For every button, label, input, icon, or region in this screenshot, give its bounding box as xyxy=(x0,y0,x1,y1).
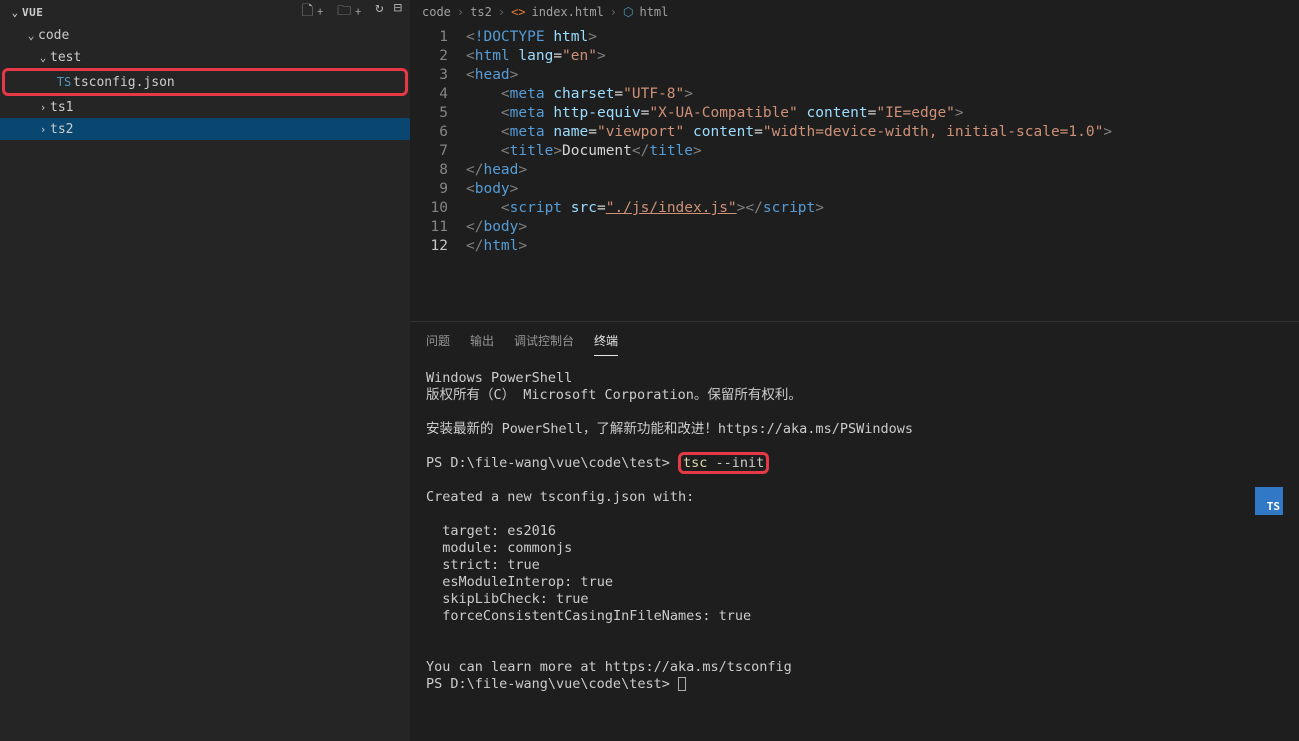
folder-label: ts1 xyxy=(50,100,73,115)
breadcrumb-separator: › xyxy=(610,5,617,19)
terminal-line: target: es2016 xyxy=(426,523,1283,540)
terminal-line: 版权所有（C） Microsoft Corporation。保留所有权利。 xyxy=(426,387,1283,404)
file-tree: ⌄ code ⌄ test TS tsconfig.json › ts1 › t… xyxy=(0,24,410,140)
breadcrumb-segment[interactable]: index.html xyxy=(532,5,604,19)
terminal-line: PS D:\file-wang\vue\code\test> xyxy=(426,676,1283,693)
terminal-line: forceConsistentCasingInFileNames: true xyxy=(426,608,1283,625)
tab-output[interactable]: 输出 xyxy=(470,328,494,356)
chevron-down-icon: ⌄ xyxy=(8,6,22,19)
symbol-icon: ⬡ xyxy=(623,5,633,19)
file-label: tsconfig.json xyxy=(73,75,175,90)
code-editor[interactable]: 1 2 3 4 5 6 7 8 9 10 11 12 <!DOCTYPE htm… xyxy=(410,24,1299,256)
terminal-line: skipLibCheck: true xyxy=(426,591,1283,608)
tab-debug-console[interactable]: 调试控制台 xyxy=(514,328,574,356)
breadcrumb-segment[interactable]: html xyxy=(639,5,668,19)
terminal-line: 安装最新的 PowerShell，了解新功能和改进！https://aka.ms… xyxy=(426,421,1283,438)
tab-terminal[interactable]: 终端 xyxy=(594,328,618,356)
editor-area: code › ts2 › <> index.html › ⬡ html 1 2 … xyxy=(410,0,1299,741)
folder-label: test xyxy=(50,50,81,65)
line-number: 11 xyxy=(410,218,448,237)
folder-code[interactable]: ⌄ code xyxy=(0,24,410,46)
bottom-panel: 问题 输出 调试控制台 终端 Windows PowerShell版权所有（C）… xyxy=(410,321,1299,741)
new-folder-icon[interactable]: 🗀﹢ xyxy=(337,0,365,24)
terminal-line: You can learn more at https://aka.ms/tsc… xyxy=(426,659,1283,676)
folder-test[interactable]: ⌄ test xyxy=(0,46,410,68)
folder-label: ts2 xyxy=(50,122,73,137)
line-number: 6 xyxy=(410,123,448,142)
chevron-down-icon: ⌄ xyxy=(24,29,38,42)
terminal-line: Windows PowerShell xyxy=(426,370,1283,387)
code-content[interactable]: <!DOCTYPE html><html lang="en"><head> <m… xyxy=(466,28,1299,256)
breadcrumb-segment[interactable]: code xyxy=(422,5,451,19)
terminal-line: strict: true xyxy=(426,557,1283,574)
line-number: 7 xyxy=(410,142,448,161)
tab-problems[interactable]: 问题 xyxy=(426,328,450,356)
new-file-icon[interactable]: 🗋﹢ xyxy=(302,0,327,24)
line-number: 1 xyxy=(410,28,448,47)
terminal-line: esModuleInterop: true xyxy=(426,574,1283,591)
ts-file-icon: TS xyxy=(55,75,73,89)
collapse-all-icon[interactable]: ⊟ xyxy=(394,0,402,24)
panel-tabs: 问题 输出 调试控制台 终端 xyxy=(410,322,1299,356)
terminal-line: PS D:\file-wang\vue\code\test> tsc --ini… xyxy=(426,455,1283,472)
annotation-highlight: tsc --init xyxy=(678,452,769,474)
folder-label: code xyxy=(38,28,69,43)
refresh-icon[interactable]: ↻ xyxy=(375,0,383,24)
line-number: 4 xyxy=(410,85,448,104)
line-number: 2 xyxy=(410,47,448,66)
html-file-icon: <> xyxy=(511,5,525,19)
sidebar-actions: 🗋﹢ 🗀﹢ ↻ ⊟ xyxy=(302,0,402,24)
workspace-title[interactable]: ⌄ VUE xyxy=(8,6,302,19)
line-number: 5 xyxy=(410,104,448,123)
file-tsconfig[interactable]: TS tsconfig.json xyxy=(5,71,405,93)
line-number: 3 xyxy=(410,66,448,85)
folder-ts1[interactable]: › ts1 xyxy=(0,96,410,118)
terminal-line: Created a new tsconfig.json with: xyxy=(426,489,1283,506)
file-explorer-sidebar: ⌄ VUE 🗋﹢ 🗀﹢ ↻ ⊟ ⌄ code ⌄ test TS tsconfi… xyxy=(0,0,410,741)
line-number: 8 xyxy=(410,161,448,180)
breadcrumb-separator: › xyxy=(498,5,505,19)
terminal-line: module: commonjs xyxy=(426,540,1283,557)
line-gutter: 1 2 3 4 5 6 7 8 9 10 11 12 xyxy=(410,28,466,256)
terminal-content[interactable]: Windows PowerShell版权所有（C） Microsoft Corp… xyxy=(410,356,1299,707)
line-number: 9 xyxy=(410,180,448,199)
folder-ts2[interactable]: › ts2 xyxy=(0,118,410,140)
breadcrumb-segment[interactable]: ts2 xyxy=(470,5,492,19)
annotation-highlight: TS tsconfig.json xyxy=(2,68,408,96)
terminal-cursor xyxy=(678,677,686,691)
line-number: 10 xyxy=(410,199,448,218)
chevron-right-icon: › xyxy=(36,123,50,136)
line-number: 12 xyxy=(410,237,448,256)
breadcrumb-separator: › xyxy=(457,5,464,19)
typescript-badge[interactable]: TS xyxy=(1255,487,1283,515)
chevron-down-icon: ⌄ xyxy=(36,51,50,64)
sidebar-header: ⌄ VUE 🗋﹢ 🗀﹢ ↻ ⊟ xyxy=(0,0,410,24)
chevron-right-icon: › xyxy=(36,101,50,114)
workspace-name: VUE xyxy=(22,6,43,19)
breadcrumb[interactable]: code › ts2 › <> index.html › ⬡ html xyxy=(410,0,1299,24)
